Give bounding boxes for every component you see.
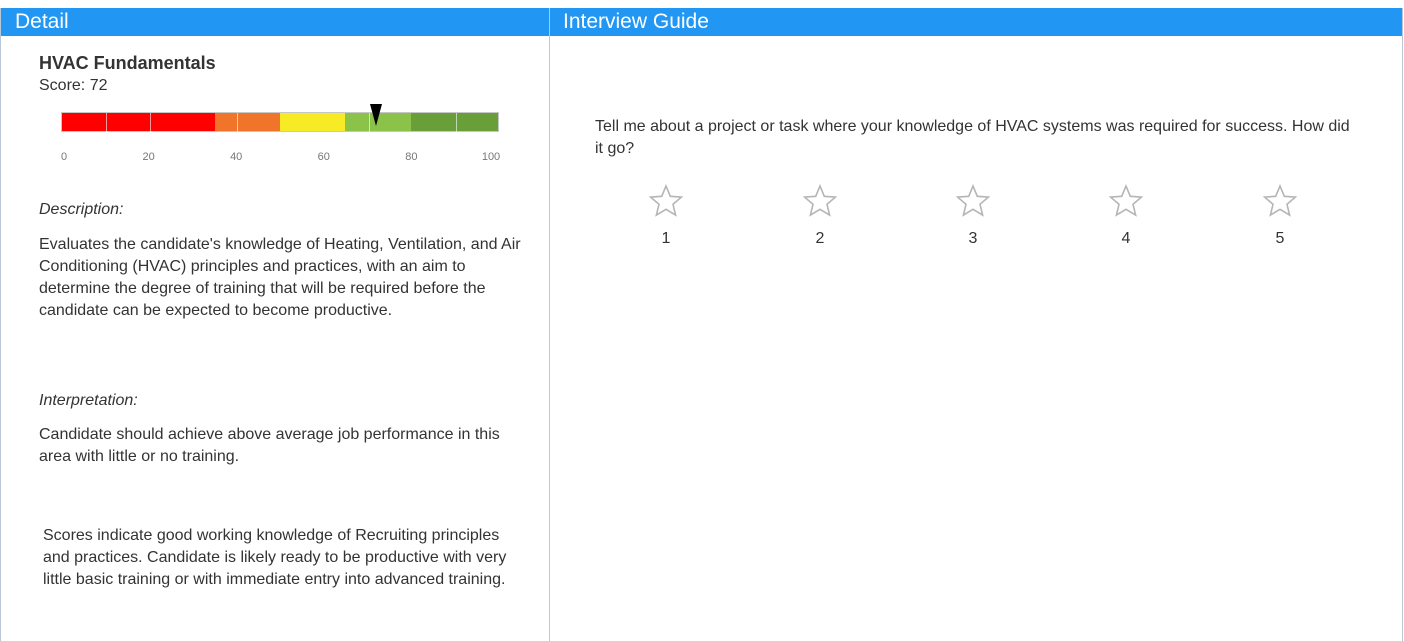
score-tick-label: 40 [230, 151, 243, 163]
score-tick-label: 20 [142, 151, 155, 163]
rating-label: 3 [968, 230, 978, 247]
interpretation-label: Interpretation: [39, 392, 138, 409]
score-pointer-icon [370, 104, 383, 126]
score-tick-label: 0 [60, 151, 68, 163]
rating-label: 1 [661, 230, 671, 247]
rating-star-3[interactable]: 3 [943, 184, 1003, 248]
interview-guide-header: Interview Guide [550, 8, 1402, 36]
score-ticks: 0 20 40 60 80 100 [60, 151, 501, 165]
detail-header: Detail [1, 8, 550, 36]
score-explanation-text: Scores indicate good working knowledge o… [43, 527, 507, 588]
score-gauge [61, 104, 499, 133]
gauge-band-3 [280, 113, 346, 131]
score-tick-label: 60 [317, 151, 330, 163]
rating-star-1[interactable]: 1 [636, 184, 696, 248]
rating-star-5[interactable]: 5 [1250, 184, 1310, 248]
interpretation-text: Candidate should achieve above average j… [39, 426, 500, 465]
rating-label: 2 [815, 230, 825, 247]
star-icon [649, 184, 683, 217]
gauge-band-2 [214, 113, 280, 131]
score-text: Score: 72 [39, 77, 108, 94]
description-text: Evaluates the candidate's knowledge of H… [39, 236, 521, 319]
score-tick-label: 80 [405, 151, 418, 163]
star-icon [1109, 184, 1143, 217]
gauge-divider [149, 113, 151, 133]
gauge-divider [237, 113, 239, 133]
star-icon [956, 184, 990, 217]
gauge-band-5 [410, 113, 498, 131]
gauge-divider [456, 113, 458, 133]
rating-label: 4 [1121, 230, 1131, 247]
detail-panel: Detail HVAC Fundamentals Score: 72 0 20 40… [0, 8, 551, 641]
score-gauge-bar [61, 112, 499, 133]
score-tick-label: 100 [481, 151, 501, 163]
gauge-divider [105, 113, 107, 133]
interview-question: Tell me about a project or task where yo… [595, 118, 1350, 157]
rating-label: 5 [1275, 230, 1285, 247]
rating-star-2[interactable]: 2 [790, 184, 850, 248]
star-icon [1263, 184, 1297, 217]
description-label: Description: [39, 201, 124, 218]
rating-stars: 1 2 3 4 5 [612, 184, 1344, 264]
page: Detail HVAC Fundamentals Score: 72 0 20 40… [0, 0, 1404, 641]
star-icon [803, 184, 837, 217]
skill-title: HVAC Fundamentals [39, 53, 216, 73]
rating-star-4[interactable]: 4 [1096, 184, 1156, 248]
interview-guide-panel: Interview Guide [549, 8, 1403, 641]
gauge-band-1 [62, 113, 215, 131]
